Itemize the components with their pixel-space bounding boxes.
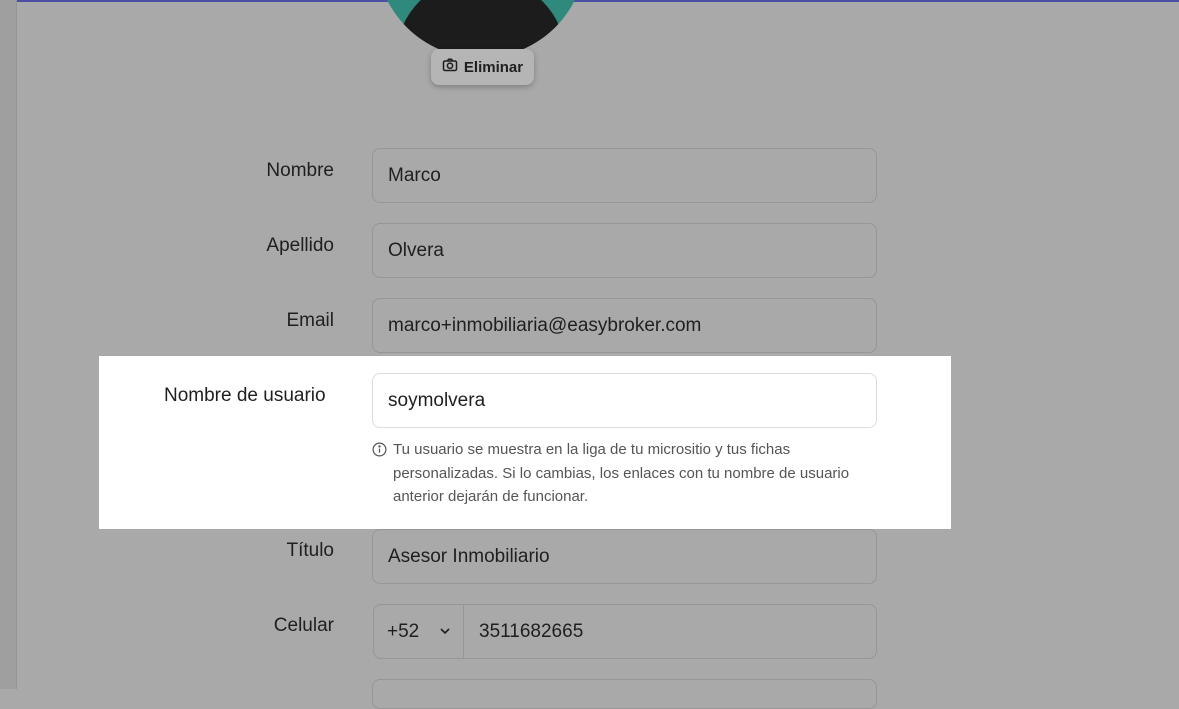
phone-number-input[interactable]: 3511682665: [464, 605, 583, 658]
username-section: Nombre de usuario soymolvera Tu usuario …: [99, 356, 951, 529]
username-hint-text: Tu usuario se muestra en la liga de tu m…: [393, 441, 850, 505]
last-name-label: Apellido: [266, 235, 334, 256]
camera-icon: [442, 57, 458, 77]
title-field[interactable]: Asesor Inmobiliario: [372, 529, 877, 584]
last-name-field[interactable]: Olvera: [372, 223, 877, 278]
username-field[interactable]: soymolvera: [372, 373, 877, 428]
phone-label: Celular: [273, 615, 334, 636]
email-label: Email: [286, 310, 334, 331]
chevron-down-icon: [439, 621, 451, 643]
title-label: Título: [286, 540, 334, 561]
country-code-select[interactable]: +52: [374, 605, 464, 658]
first-name-field[interactable]: Marco: [372, 148, 877, 203]
left-sidebar-edge: [0, 0, 17, 689]
country-code-value: +52: [387, 620, 420, 642]
info-icon: [372, 438, 387, 509]
first-name-label: Nombre: [266, 160, 334, 181]
remove-photo-label: Eliminar: [463, 58, 524, 76]
remove-photo-button[interactable]: Eliminar: [431, 49, 534, 85]
username-hint: Tu usuario se muestra en la liga de tu m…: [372, 438, 892, 509]
username-label: Nombre de usuario: [164, 385, 326, 406]
phone-field: +52 3511682665: [373, 604, 877, 659]
next-field[interactable]: [372, 679, 877, 709]
email-field[interactable]: marco+inmobiliaria@easybroker.com: [372, 298, 877, 353]
top-border: [0, 0, 1179, 2]
